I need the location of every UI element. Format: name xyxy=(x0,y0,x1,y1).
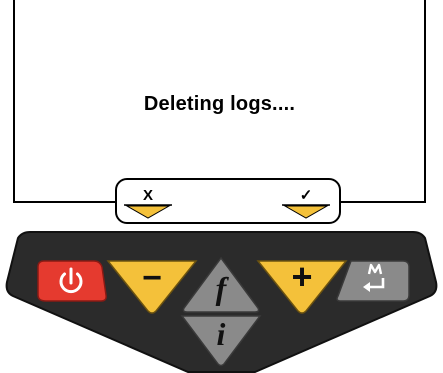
softkey-bar: X ✓ xyxy=(115,178,341,224)
function-button[interactable]: f xyxy=(180,254,262,314)
confirm-label: ✓ xyxy=(299,187,313,204)
info-button[interactable]: i xyxy=(178,312,264,368)
cancel-softkey[interactable]: X xyxy=(123,186,173,220)
cancel-label: X xyxy=(142,187,153,204)
memory-enter-icon xyxy=(363,263,385,292)
keypad-panel: − f + i xyxy=(0,230,443,373)
power-button[interactable] xyxy=(34,257,108,305)
power-icon xyxy=(59,267,83,294)
confirm-softkey[interactable]: ✓ xyxy=(281,186,331,220)
down-arrow-icon xyxy=(282,204,330,219)
display-screen: Deleting logs.... X ✓ xyxy=(13,0,426,224)
memory-enter-button[interactable] xyxy=(333,257,413,305)
status-message: Deleting logs.... xyxy=(143,93,296,115)
down-arrow-icon xyxy=(124,204,172,219)
